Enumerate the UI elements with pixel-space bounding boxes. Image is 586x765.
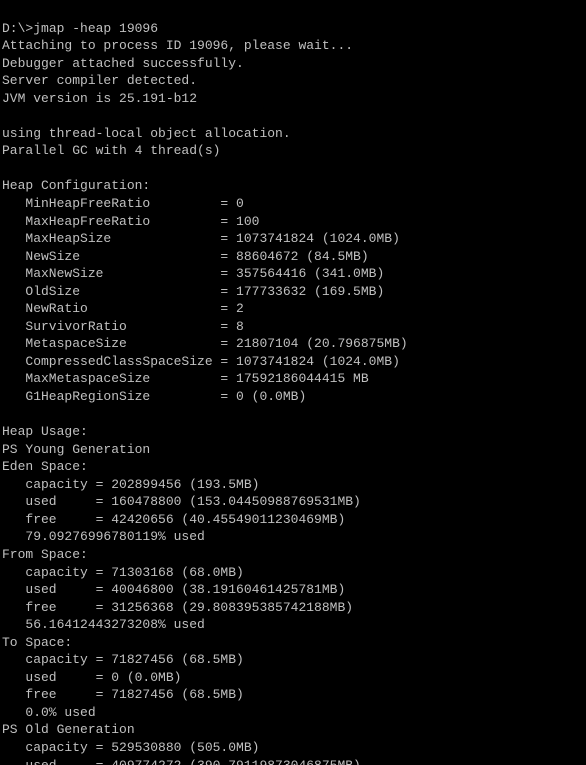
heap-config-title: Heap Configuration: — [2, 178, 150, 193]
heap-config-entry: MaxNewSize = 357564416 (341.0MB) — [2, 266, 384, 281]
heap-config-entry: NewRatio = 2 — [2, 301, 244, 316]
usage-line: capacity = 71827456 (68.5MB) — [2, 652, 244, 667]
heap-config-entry: CompressedClassSpaceSize = 1073741824 (1… — [2, 354, 400, 369]
prompt: D:\> — [2, 21, 33, 36]
section-title: From Space: — [2, 547, 88, 562]
alloc-line: Parallel GC with 4 thread(s) — [2, 143, 220, 158]
heap-config-entry: SurvivorRatio = 8 — [2, 319, 244, 334]
heap-config-entry: MaxHeapFreeRatio = 100 — [2, 214, 259, 229]
usage-pct: 56.16412443273208% used — [2, 617, 205, 632]
heap-config-entry: MinHeapFreeRatio = 0 — [2, 196, 244, 211]
heap-config-entry: MetaspaceSize = 21807104 (20.796875MB) — [2, 336, 408, 351]
section-title: To Space: — [2, 635, 72, 650]
section-title: PS Young Generation — [2, 442, 150, 457]
usage-line: free = 31256368 (29.808395385742188MB) — [2, 600, 353, 615]
heap-config-entry: OldSize = 177733632 (169.5MB) — [2, 284, 384, 299]
heap-config-entry: G1HeapRegionSize = 0 (0.0MB) — [2, 389, 306, 404]
usage-line: used = 0 (0.0MB) — [2, 670, 181, 685]
terminal-output: D:\>jmap -heap 19096 Attaching to proces… — [0, 0, 586, 765]
usage-line: used = 40046800 (38.19160461425781MB) — [2, 582, 345, 597]
header-line: Server compiler detected. — [2, 73, 197, 88]
header-line: Debugger attached successfully. — [2, 56, 244, 71]
alloc-line: using thread-local object allocation. — [2, 126, 291, 141]
usage-line: capacity = 529530880 (505.0MB) — [2, 740, 259, 755]
usage-line: capacity = 71303168 (68.0MB) — [2, 565, 244, 580]
usage-line: free = 71827456 (68.5MB) — [2, 687, 244, 702]
usage-line: free = 42420656 (40.45549011230469MB) — [2, 512, 345, 527]
header-line: Attaching to process ID 19096, please wa… — [2, 38, 353, 53]
usage-pct: 0.0% used — [2, 705, 96, 720]
usage-line: used = 160478800 (153.04450988769531MB) — [2, 494, 361, 509]
heap-usage-title: Heap Usage: — [2, 424, 88, 439]
heap-config-entry: NewSize = 88604672 (84.5MB) — [2, 249, 369, 264]
section-title: Eden Space: — [2, 459, 88, 474]
usage-pct: 79.09276996780119% used — [2, 529, 205, 544]
heap-config-entry: MaxMetaspaceSize = 17592186044415 MB — [2, 371, 369, 386]
usage-line: used = 409774272 (390.79119873046875MB) — [2, 758, 361, 765]
usage-line: capacity = 202899456 (193.5MB) — [2, 477, 259, 492]
heap-config-entry: MaxHeapSize = 1073741824 (1024.0MB) — [2, 231, 400, 246]
header-line: JVM version is 25.191-b12 — [2, 91, 197, 106]
section-title: PS Old Generation — [2, 722, 135, 737]
command-input[interactable]: jmap -heap 19096 — [33, 21, 158, 36]
